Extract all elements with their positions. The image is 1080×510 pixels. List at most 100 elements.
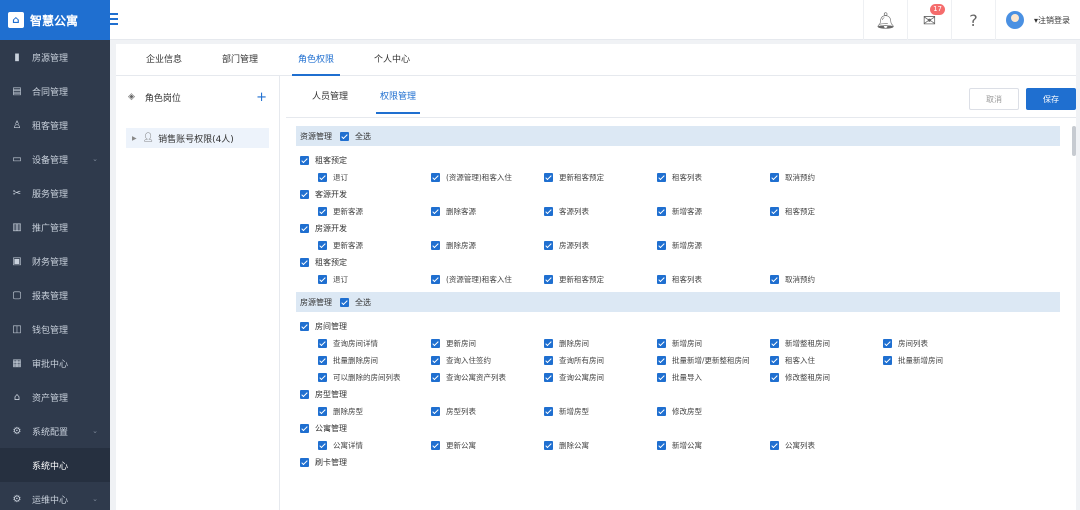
permission-item[interactable]: 更新租客预定 [544, 172, 657, 183]
sidebar-item-4[interactable]: ✂ 服务管理 [0, 176, 110, 210]
user-menu[interactable]: ▾注销登录 [994, 0, 1070, 40]
permission-checkbox[interactable] [431, 373, 440, 382]
role-item[interactable]: ▶ 👤︎ 销售账号权限(4人) [126, 128, 269, 148]
group-checkbox[interactable] [300, 156, 309, 165]
help-icon[interactable]: ? [950, 0, 995, 40]
permission-checkbox[interactable] [657, 275, 666, 284]
scrollbar[interactable] [1072, 126, 1076, 156]
permission-item[interactable]: 批量删除房间 [318, 355, 431, 366]
permission-checkbox[interactable] [657, 207, 666, 216]
permission-item[interactable]: 删除客源 [431, 206, 544, 217]
permission-checkbox[interactable] [318, 241, 327, 250]
permission-item[interactable]: 租客入住 [770, 355, 883, 366]
permission-checkbox[interactable] [544, 407, 553, 416]
cancel-button[interactable]: 取消 [969, 88, 1019, 110]
permission-checkbox[interactable] [544, 441, 553, 450]
permission-item[interactable]: 新增房源 [657, 240, 770, 251]
permission-item[interactable]: 查询入住签约 [431, 355, 544, 366]
add-role-icon[interactable]: + [256, 90, 267, 105]
permission-item[interactable]: 删除公寓 [544, 440, 657, 451]
permission-checkbox[interactable] [318, 275, 327, 284]
select-all-checkbox[interactable] [340, 297, 349, 307]
permission-item[interactable]: 删除房型 [318, 406, 431, 417]
permission-item[interactable]: 租客列表 [657, 274, 770, 285]
permission-item[interactable]: 批量新增/更新整租房间 [657, 355, 770, 366]
sidebar-item-12[interactable]: 系统中心 [0, 448, 110, 482]
permission-item[interactable]: 查询房间详情 [318, 338, 431, 349]
permission-checkbox[interactable] [544, 356, 553, 365]
permission-checkbox[interactable] [431, 173, 440, 182]
group-checkbox[interactable] [300, 322, 309, 331]
save-button[interactable]: 保存 [1026, 88, 1076, 110]
permission-checkbox[interactable] [657, 339, 666, 348]
permission-checkbox[interactable] [770, 356, 779, 365]
permission-item[interactable]: 批量新增房间 [883, 355, 996, 366]
permission-checkbox[interactable] [544, 173, 553, 182]
permission-checkbox[interactable] [883, 339, 892, 348]
sidebar-item-1[interactable]: ▤ 合同管理 [0, 74, 110, 108]
permission-checkbox[interactable] [431, 207, 440, 216]
sidebar-item-3[interactable]: ▭ 设备管理 ⌄ [0, 142, 110, 176]
group-checkbox[interactable] [300, 390, 309, 399]
permission-item[interactable]: 查询公寓房间 [544, 372, 657, 383]
group-checkbox[interactable] [300, 458, 309, 467]
permission-checkbox[interactable] [431, 339, 440, 348]
permission-item[interactable]: 可以删除的房间列表 [318, 372, 431, 383]
permission-item[interactable]: 删除房间 [544, 338, 657, 349]
permission-item[interactable]: 公寓列表 [770, 440, 883, 451]
permission-checkbox[interactable] [657, 373, 666, 382]
sidebar-item-9[interactable]: ▦ 审批中心 [0, 346, 110, 380]
permission-checkbox[interactable] [657, 356, 666, 365]
permission-item[interactable]: (资源管理)租客入住 [431, 274, 544, 285]
permission-item[interactable]: 房间列表 [883, 338, 996, 349]
permission-item[interactable]: 新增房间 [657, 338, 770, 349]
permission-item[interactable]: 批量导入 [657, 372, 770, 383]
permission-checkbox[interactable] [770, 373, 779, 382]
permission-item[interactable]: 修改整租房间 [770, 372, 883, 383]
group-checkbox[interactable] [300, 258, 309, 267]
subtab-0[interactable]: 人员管理 [296, 76, 364, 118]
permission-checkbox[interactable] [883, 356, 892, 365]
permission-checkbox[interactable] [657, 241, 666, 250]
permission-item[interactable]: (资源管理)租客入住 [431, 172, 544, 183]
permission-checkbox[interactable] [544, 373, 553, 382]
tab-3[interactable]: 个人中心 [354, 44, 430, 75]
sidebar-item-13[interactable]: ⚙ 运维中心 ⌄ [0, 482, 110, 510]
mail-icon[interactable]: ✉ 17 [906, 0, 951, 40]
permission-item[interactable]: 修改房型 [657, 406, 770, 417]
sidebar-item-10[interactable]: ⌂ 资产管理 [0, 380, 110, 414]
permission-checkbox[interactable] [318, 173, 327, 182]
bell-icon[interactable]: 🔔︎ [862, 0, 907, 40]
permission-checkbox[interactable] [657, 441, 666, 450]
sidebar-item-5[interactable]: ▥ 推广管理 [0, 210, 110, 244]
sidebar-item-11[interactable]: ⚙ 系统配置 ⌄ [0, 414, 110, 448]
sidebar-item-0[interactable]: ▮ 房源管理 [0, 40, 110, 74]
permission-item[interactable]: 更新房间 [431, 338, 544, 349]
permission-item[interactable]: 取消预约 [770, 172, 883, 183]
permission-item[interactable]: 查询公寓资产列表 [431, 372, 544, 383]
chevron-right-icon[interactable]: ▶ [132, 135, 137, 142]
permission-item[interactable]: 客源列表 [544, 206, 657, 217]
group-checkbox[interactable] [300, 190, 309, 199]
permission-item[interactable]: 新增整租房间 [770, 338, 883, 349]
permission-item[interactable]: 查询所有房间 [544, 355, 657, 366]
permission-checkbox[interactable] [770, 441, 779, 450]
sidebar-item-8[interactable]: ◫ 钱包管理 [0, 312, 110, 346]
permission-item[interactable]: 取消预约 [770, 274, 883, 285]
permission-checkbox[interactable] [431, 275, 440, 284]
permission-checkbox[interactable] [770, 207, 779, 216]
permission-checkbox[interactable] [544, 207, 553, 216]
permission-checkbox[interactable] [544, 241, 553, 250]
logout-link[interactable]: ▾注销登录 [1034, 15, 1070, 26]
permission-item[interactable]: 更新租客预定 [544, 274, 657, 285]
sidebar-item-2[interactable]: ♙ 租客管理 [0, 108, 110, 142]
permission-checkbox[interactable] [544, 339, 553, 348]
permission-checkbox[interactable] [770, 339, 779, 348]
menu-toggle-icon[interactable] [110, 10, 118, 26]
permission-item[interactable]: 租客预定 [770, 206, 883, 217]
permission-checkbox[interactable] [431, 356, 440, 365]
tab-0[interactable]: 企业信息 [126, 44, 202, 75]
select-all-checkbox[interactable] [340, 131, 349, 141]
group-checkbox[interactable] [300, 224, 309, 233]
permission-item[interactable]: 租客列表 [657, 172, 770, 183]
